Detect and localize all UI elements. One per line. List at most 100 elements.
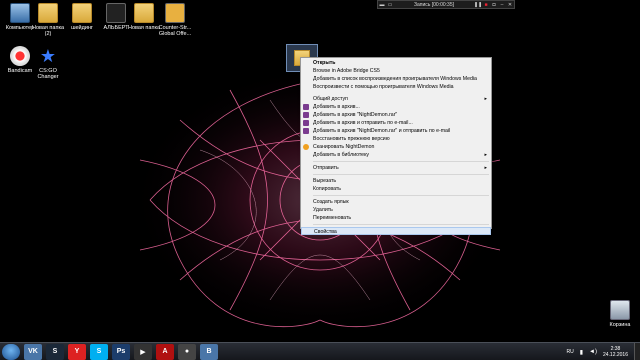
taskbar: VK S Y S Ps ▶ A ● B RU ▮ ◄) 2:38 24.12.2… bbox=[0, 342, 640, 360]
menu-item-delete[interactable]: Удалить bbox=[301, 206, 491, 214]
minimize-icon[interactable]: – bbox=[498, 1, 506, 8]
menu-item-open[interactable]: Открыть bbox=[301, 59, 491, 67]
menu-item-label: Создать ярлык bbox=[313, 199, 349, 205]
adobe-icon: A bbox=[162, 348, 168, 355]
menu-item-label: Переименовать bbox=[313, 215, 352, 221]
menu-item-label: Восстановить прежнюю версию bbox=[313, 136, 390, 142]
menu-item-label: Добавить в архив "NightDemon.rar" и отпр… bbox=[313, 128, 451, 134]
menu-item-label: Добавить в список воспроизведения проигр… bbox=[313, 76, 477, 82]
menu-item-label: Добавить в архив и отправить по e-mail..… bbox=[313, 120, 413, 126]
menu-item-add-archive-rar[interactable]: Добавить в архив "NightDemon.rar" bbox=[301, 111, 491, 119]
menu-item-properties[interactable]: Свойства bbox=[301, 227, 491, 235]
csgo-icon bbox=[165, 3, 185, 23]
menu-item-add-archive-email[interactable]: Добавить в архив и отправить по e-mail..… bbox=[301, 119, 491, 127]
menu-item-label: Общий доступ bbox=[313, 96, 348, 102]
menu-item-copy[interactable]: Копировать bbox=[301, 185, 491, 193]
antivirus-icon bbox=[303, 144, 309, 150]
system-tray: RU ▮ ◄) 2:38 24.12.2016 bbox=[566, 343, 640, 360]
app-icon bbox=[106, 3, 126, 23]
yandex-icon: Y bbox=[74, 348, 80, 355]
desktop-icon-label: Bandicam bbox=[7, 68, 33, 74]
menu-item-label: Открыть bbox=[313, 60, 336, 66]
desktop-icon-csgo[interactable]: Counter-Str... Global Offe... bbox=[156, 3, 194, 37]
taskbar-skype-button[interactable]: S bbox=[90, 343, 108, 360]
camera-icon[interactable]: ◘ bbox=[490, 1, 498, 8]
menu-item-play-wmp[interactable]: Воспроизвести с помощью проигрывателя Wi… bbox=[301, 83, 491, 91]
window-icon[interactable]: ▭ bbox=[386, 1, 394, 8]
taskbar-photoshop-button[interactable]: Ps bbox=[112, 343, 130, 360]
desktop-icon-label: Корзина bbox=[609, 322, 631, 328]
photoshop-icon: Ps bbox=[116, 348, 126, 355]
network-icon[interactable]: ▮ bbox=[580, 349, 583, 356]
pause-icon[interactable]: ❚❚ bbox=[474, 1, 482, 8]
menu-item-label: Добавить в архив "NightDemon.rar" bbox=[313, 112, 398, 118]
menu-separator bbox=[313, 224, 489, 225]
menu-item-share[interactable]: Общий доступ ▸ bbox=[301, 95, 491, 103]
bandicam-icon: ● bbox=[184, 348, 190, 355]
menu-item-browse-bridge[interactable]: Browse in Adobe Bridge CS5 bbox=[301, 67, 491, 75]
menu-item-label: Вырезать bbox=[313, 178, 337, 184]
star-icon: ★ bbox=[39, 46, 57, 66]
menu-separator bbox=[313, 161, 489, 162]
clock-date: 24.12.2016 bbox=[602, 352, 628, 358]
menu-item-scan[interactable]: Сканировать NightDemon bbox=[301, 143, 491, 151]
submenu-arrow-icon: ▸ bbox=[484, 152, 487, 158]
menu-item-cut[interactable]: Вырезать bbox=[301, 177, 491, 185]
winrar-icon bbox=[303, 112, 309, 118]
submenu-arrow-icon: ▸ bbox=[484, 165, 487, 171]
menu-separator bbox=[313, 174, 489, 175]
winrar-icon bbox=[303, 120, 309, 126]
menu-item-add-archive-rar-email[interactable]: Добавить в архив "NightDemon.rar" и отпр… bbox=[301, 127, 491, 135]
context-menu: Открыть Browse in Adobe Bridge CS5 Добав… bbox=[300, 57, 492, 235]
clock[interactable]: 2:38 24.12.2016 bbox=[603, 346, 628, 358]
desktop-icon-label: Новая папка (2) bbox=[31, 25, 65, 37]
taskbar-yandex-button[interactable]: Y bbox=[68, 343, 86, 360]
vk-icon: VK bbox=[28, 348, 38, 355]
menu-item-add-library[interactable]: Добавить в библиотеку ▸ bbox=[301, 151, 491, 159]
start-button[interactable] bbox=[2, 343, 20, 360]
desktop-icon-csgo-changer[interactable]: ★ CS:GO Changer bbox=[30, 46, 66, 80]
close-icon[interactable]: ✕ bbox=[506, 1, 514, 8]
desktop-icon-label: АЛЬБЕРТ bbox=[103, 25, 129, 31]
menu-item-create-shortcut[interactable]: Создать ярлык bbox=[301, 198, 491, 206]
vk-app-icon: B bbox=[206, 348, 212, 355]
skype-icon: S bbox=[96, 348, 102, 355]
menu-item-add-archive[interactable]: Добавить в архив... bbox=[301, 103, 491, 111]
menu-item-label: Воспроизвести с помощью проигрывателя Wi… bbox=[313, 84, 454, 90]
desktop-icon-new-folder-2[interactable]: Новая папка (2) bbox=[30, 3, 66, 37]
menu-item-label: Свойства bbox=[314, 229, 337, 235]
desktop-icon-label: Counter-Str... Global Offe... bbox=[158, 25, 192, 37]
menu-item-label: Копировать bbox=[313, 186, 341, 192]
menu-item-restore-version[interactable]: Восстановить прежнюю версию bbox=[301, 135, 491, 143]
recycle-bin-icon bbox=[610, 300, 630, 320]
desktop-icon-label: CS:GO Changer bbox=[37, 68, 59, 80]
winrar-icon bbox=[303, 104, 309, 110]
recorder-title: Запись [00:00:35] bbox=[413, 1, 455, 8]
desktop-icon-sheyding[interactable]: шейдинг bbox=[64, 3, 100, 31]
menu-item-label: Сканировать NightDemon bbox=[313, 144, 375, 150]
taskbar-vk-app-button[interactable]: B bbox=[200, 343, 218, 360]
volume-icon[interactable]: ◄) bbox=[589, 349, 597, 355]
media-icon: ▶ bbox=[140, 348, 146, 356]
menu-item-label: Добавить в библиотеку bbox=[313, 152, 369, 158]
desktop-icon-label: шейдинг bbox=[71, 25, 93, 31]
taskbar-vk-button[interactable]: VK bbox=[24, 343, 42, 360]
menu-icon[interactable]: ▬ bbox=[378, 1, 386, 8]
folder-icon bbox=[38, 3, 58, 23]
language-indicator[interactable]: RU bbox=[566, 349, 573, 355]
computer-icon bbox=[10, 3, 30, 23]
taskbar-media-button[interactable]: ▶ bbox=[134, 343, 152, 360]
menu-item-label: Добавить в архив... bbox=[313, 104, 360, 110]
menu-item-label: Browse in Adobe Bridge CS5 bbox=[313, 68, 380, 74]
taskbar-steam-button[interactable]: S bbox=[46, 343, 64, 360]
taskbar-bandicam-button[interactable]: ● bbox=[178, 343, 196, 360]
menu-item-add-to-playlist[interactable]: Добавить в список воспроизведения проигр… bbox=[301, 75, 491, 83]
menu-item-send-to[interactable]: Отправить ▸ bbox=[301, 164, 491, 172]
stop-icon[interactable]: ■ bbox=[482, 1, 490, 8]
taskbar-adobe-button[interactable]: A bbox=[156, 343, 174, 360]
show-desktop-button[interactable] bbox=[634, 343, 640, 360]
desktop-icon-recycle-bin[interactable]: Корзина bbox=[602, 300, 638, 328]
menu-item-rename[interactable]: Переименовать bbox=[301, 214, 491, 222]
menu-separator bbox=[313, 195, 489, 196]
steam-icon: S bbox=[52, 348, 58, 355]
